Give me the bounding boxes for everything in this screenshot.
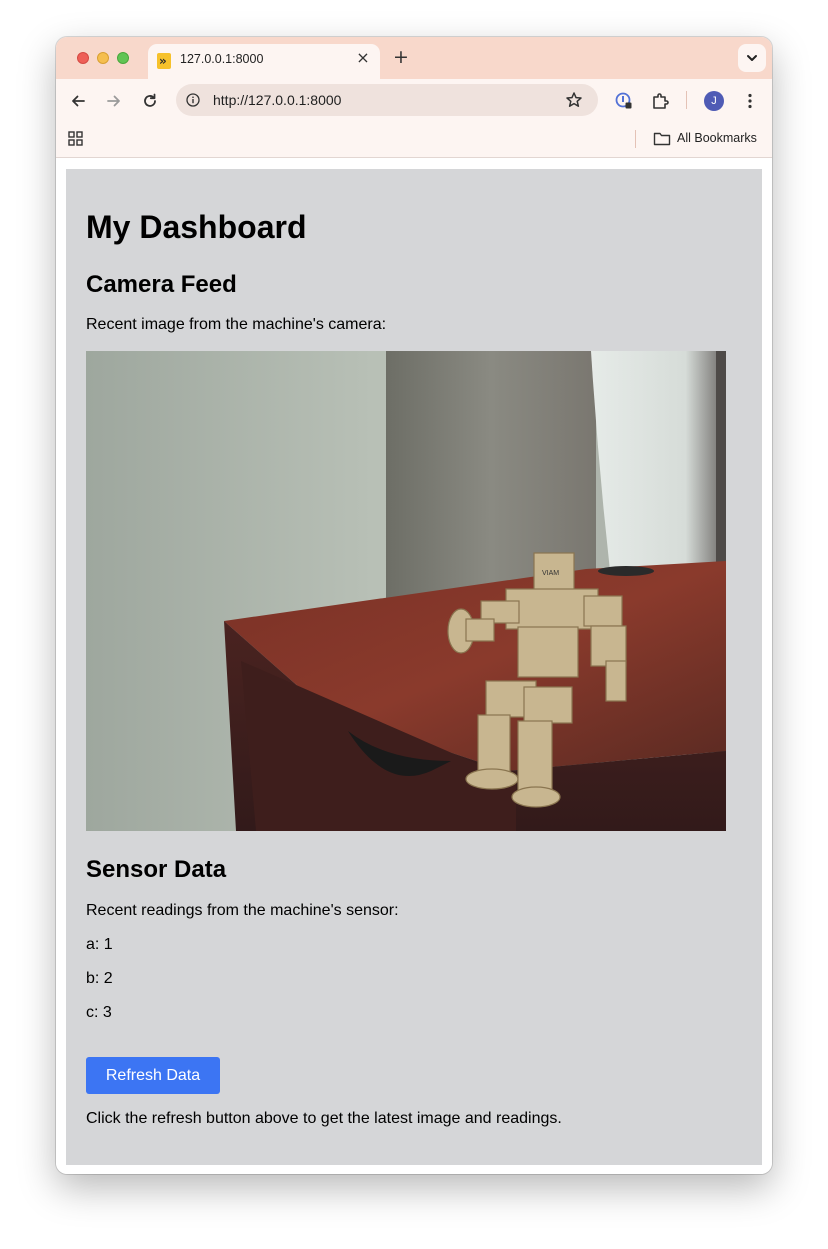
profile-avatar[interactable]: J [704, 91, 724, 111]
page-title: My Dashboard [86, 209, 307, 245]
camera-description: Recent image from the machine's camera: [86, 316, 387, 333]
sensor-description: Recent readings from the machine's senso… [86, 902, 399, 919]
all-bookmarks-link[interactable]: All Bookmarks [677, 131, 757, 145]
browser-window: 127.0.0.1:8000 × + http://127 [56, 37, 772, 1174]
sensor-reading-b: b: 2 [86, 970, 113, 987]
dashboard-page: My Dashboard Camera Feed Recent image fr… [66, 169, 762, 1165]
site-info-icon[interactable] [186, 93, 200, 107]
robot-label: VIAM [542, 570, 559, 577]
refresh-data-button[interactable]: Refresh Data [86, 1057, 220, 1094]
page-viewport: My Dashboard Camera Feed Recent image fr… [56, 158, 772, 1174]
back-arrow-icon[interactable] [69, 92, 87, 110]
camera-image: VIAM [86, 351, 726, 831]
favicon-icon [157, 53, 171, 69]
sensor-data-heading: Sensor Data [86, 856, 227, 883]
url-text[interactable]: http://127.0.0.1:8000 [213, 92, 341, 108]
tab-strip: 127.0.0.1:8000 × + [56, 37, 772, 79]
camera-scene: VIAM [86, 351, 726, 831]
tab-search-button[interactable] [738, 44, 766, 72]
password-manager-icon[interactable] [615, 92, 633, 110]
camera-feed-heading: Camera Feed [86, 271, 237, 298]
forward-arrow-icon[interactable] [105, 92, 123, 110]
reload-icon[interactable] [141, 92, 159, 110]
browser-toolbar: http://127.0.0.1:8000 J [56, 79, 772, 121]
tab-title: 127.0.0.1:8000 [180, 52, 264, 66]
browser-tab[interactable]: 127.0.0.1:8000 × [148, 44, 380, 79]
apps-grid-icon[interactable] [68, 131, 84, 147]
bookmarks-divider [635, 130, 636, 148]
more-menu-icon[interactable] [741, 92, 759, 110]
bookmark-star-icon[interactable] [565, 91, 583, 109]
zoom-window-button[interactable] [117, 52, 129, 64]
extensions-puzzle-icon[interactable] [651, 92, 669, 110]
folder-icon[interactable] [653, 131, 671, 147]
close-window-button[interactable] [77, 52, 89, 64]
minimize-window-button[interactable] [97, 52, 109, 64]
tab-close-icon[interactable]: × [355, 50, 371, 66]
sensor-reading-a: a: 1 [86, 936, 113, 953]
bookmarks-bar: All Bookmarks [56, 121, 772, 158]
refresh-hint: Click the refresh button above to get th… [86, 1110, 562, 1127]
address-bar[interactable]: http://127.0.0.1:8000 [176, 84, 598, 116]
toolbar-divider [686, 91, 687, 109]
new-tab-button[interactable]: + [392, 48, 410, 67]
chevron-down-icon [747, 55, 757, 61]
sensor-reading-c: c: 3 [86, 1004, 112, 1021]
